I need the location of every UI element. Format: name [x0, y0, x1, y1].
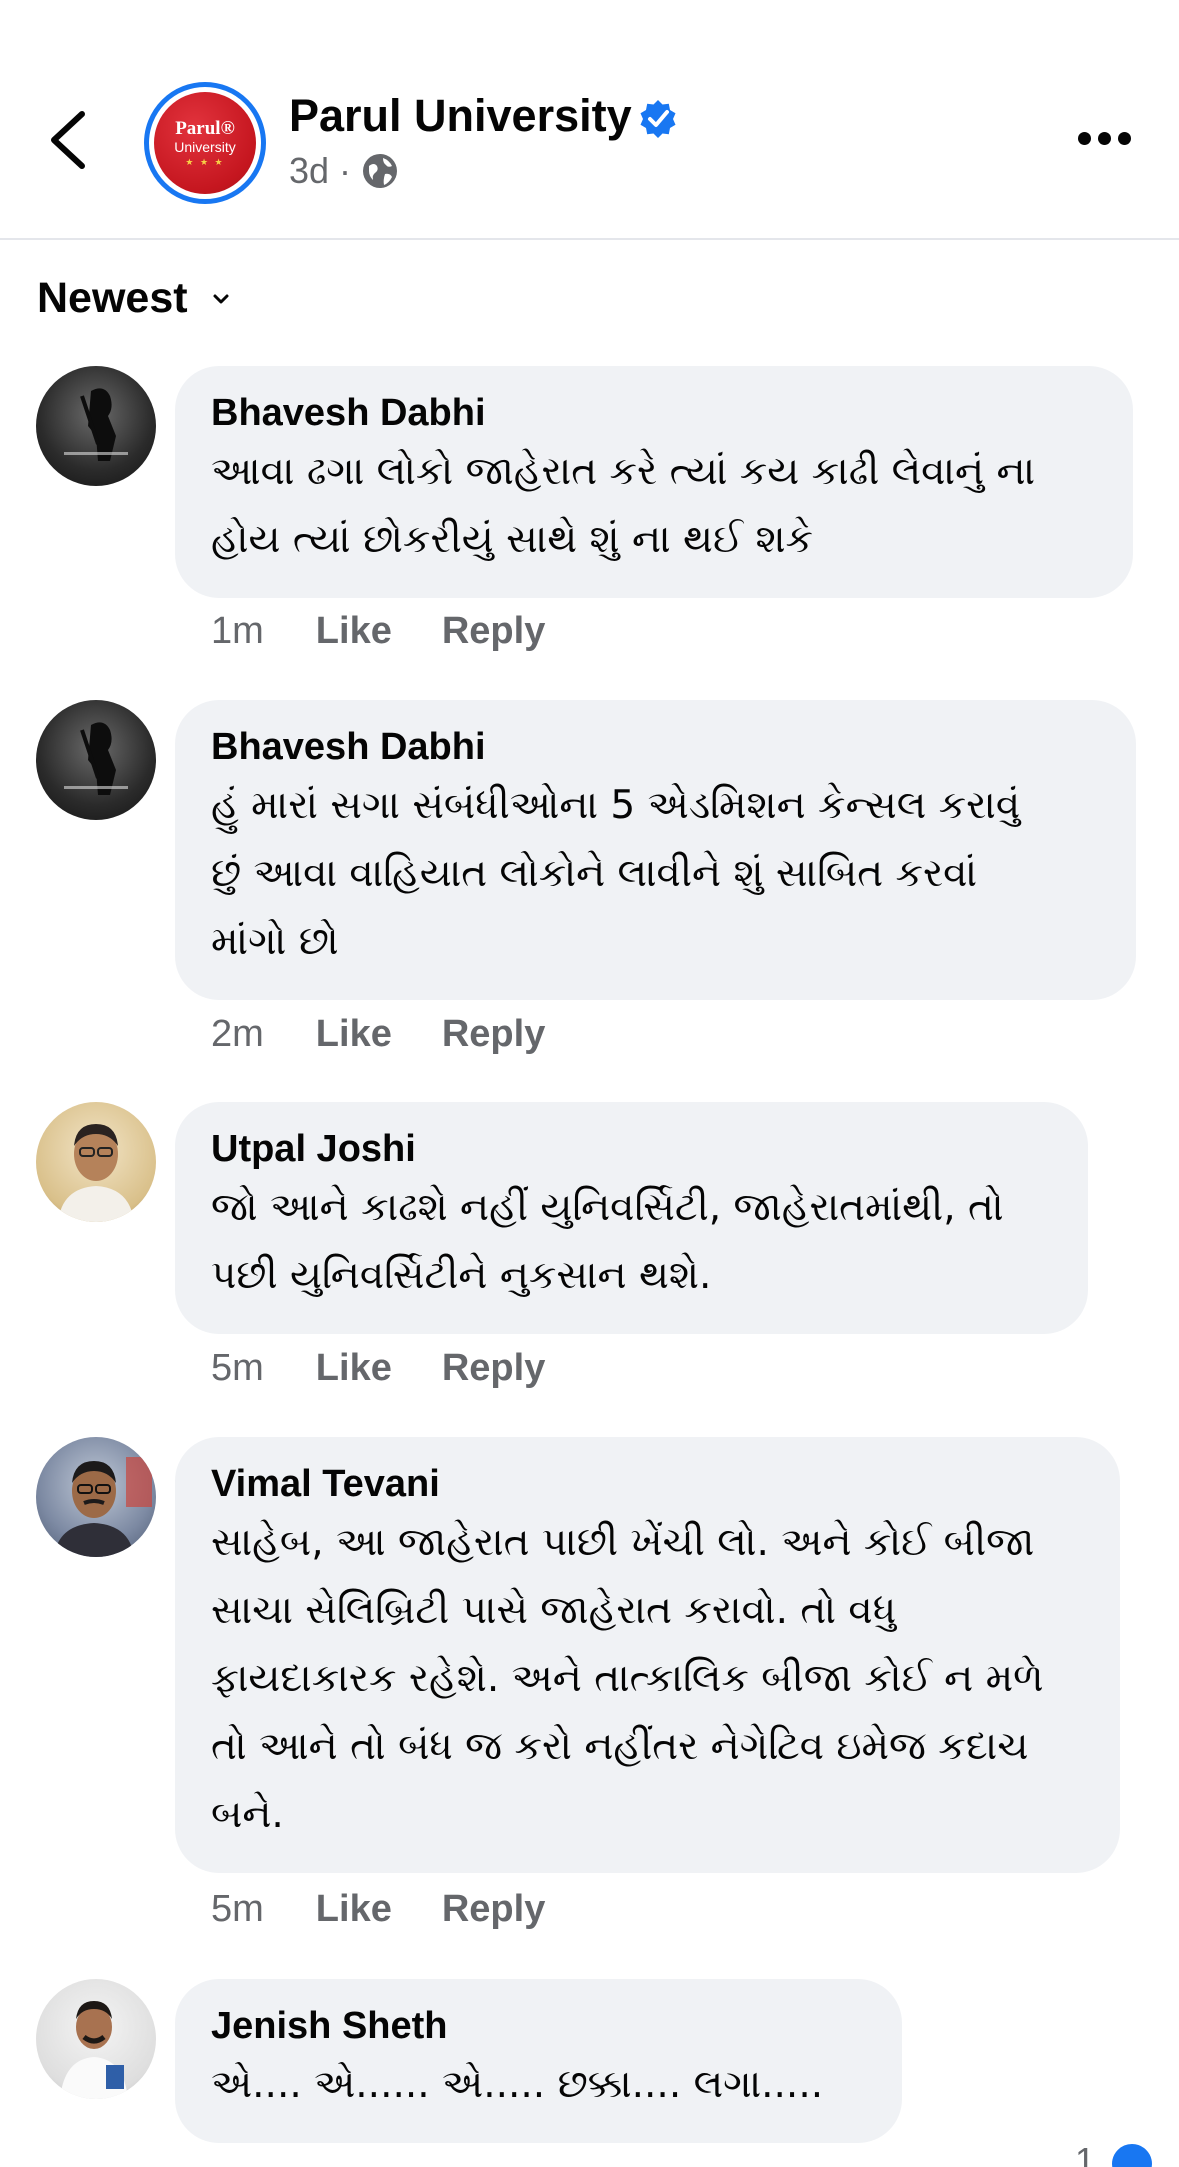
back-chevron-icon[interactable]: [44, 108, 94, 172]
more-options-icon[interactable]: [1078, 132, 1131, 145]
comment-actions: 2m Like Reply: [211, 1013, 595, 1056]
reply-button[interactable]: Reply: [442, 1347, 545, 1390]
sort-label: Newest: [37, 274, 188, 322]
reply-button[interactable]: Reply: [442, 1888, 545, 1931]
comment-actions: 5m Like Reply: [211, 1888, 595, 1931]
comment-text: એ.... એ...... એ..... છક્કા.... લગા.....: [211, 2062, 824, 2107]
comment-author[interactable]: Utpal Joshi: [211, 1124, 1052, 1174]
reply-button[interactable]: Reply: [442, 610, 545, 653]
comment-text: હું મારાં સગા સંબંધીઓના 5 એડમિશન કેન્સલ …: [211, 783, 1021, 964]
logo-stars: ★ ★ ★: [185, 156, 225, 167]
avatar[interactable]: [36, 1979, 156, 2099]
post-header: Parul® University ★ ★ ★ Parul University…: [0, 0, 1179, 240]
post-meta: 3d ·: [289, 150, 399, 192]
reaction-count: 1: [1075, 2140, 1096, 2167]
like-button[interactable]: Like: [316, 1347, 392, 1390]
silhouette-avatar-image: [64, 722, 128, 795]
comment-text: જો આને કાઢશે નહીં યુનિવર્સિટી, જાહેરાતમા…: [211, 1185, 1004, 1298]
post-time: 3d: [289, 150, 330, 191]
comment-bubble[interactable]: Bhavesh Dabhi હું મારાં સગા સંબંધીઓના 5 …: [175, 700, 1136, 1000]
page-name[interactable]: Parul University: [289, 90, 632, 142]
avatar[interactable]: [36, 366, 156, 486]
chevron-down-icon: [213, 294, 229, 303]
meta-separator: ·: [339, 150, 352, 191]
comment-bubble[interactable]: Utpal Joshi જો આને કાઢશે નહીં યુનિવર્સિટ…: [175, 1102, 1088, 1334]
comment-actions: 1m Like Reply: [211, 610, 595, 653]
comment-actions: 5m Like Reply: [211, 1347, 595, 1390]
like-button[interactable]: Like: [316, 610, 392, 653]
logo-text-parul: Parul®: [175, 117, 235, 139]
comment-author[interactable]: Bhavesh Dabhi: [211, 388, 1097, 438]
globe-icon: [363, 154, 398, 188]
person-avatar-image: [60, 2001, 128, 2099]
comment-author[interactable]: Jenish Sheth: [211, 2001, 866, 2051]
logo-text-university: University: [174, 138, 236, 155]
silhouette-avatar-image: [64, 388, 128, 461]
like-button[interactable]: Like: [316, 1888, 392, 1931]
parul-university-logo: Parul® University ★ ★ ★: [154, 92, 256, 194]
sort-dropdown[interactable]: Newest: [37, 274, 232, 323]
comment-text: સાહેબ, આ જાહેરાત પાછી ખેંચી લો. અને કોઈ …: [211, 1520, 1044, 1837]
verified-badge-icon: [640, 100, 676, 138]
comment-author[interactable]: Bhavesh Dabhi: [211, 722, 1100, 772]
comment-bubble[interactable]: Jenish Sheth એ.... એ...... એ..... છક્કા.…: [175, 1979, 902, 2143]
person-avatar-image: [58, 1124, 134, 1222]
avatar[interactable]: [36, 1437, 156, 1557]
page-avatar[interactable]: Parul® University ★ ★ ★: [144, 82, 266, 204]
avatar[interactable]: [36, 1102, 156, 1222]
comment-bubble[interactable]: Bhavesh Dabhi આવા ઢગા લોકો જાહેરાત કરે ત…: [175, 366, 1133, 598]
comment-time: 5m: [211, 1888, 264, 1930]
comment-time: 1m: [211, 610, 264, 652]
avatar[interactable]: [36, 700, 156, 820]
comment-text: આવા ઢગા લોકો જાહેરાત કરે ત્યાં કય કાઢી લ…: [211, 449, 1036, 562]
person-avatar-image: [54, 1457, 152, 1557]
like-reaction-icon[interactable]: [1108, 2140, 1156, 2167]
comment-time: 5m: [211, 1347, 264, 1389]
comment-author[interactable]: Vimal Tevani: [211, 1459, 1084, 1509]
comment-bubble[interactable]: Vimal Tevani સાહેબ, આ જાહેરાત પાછી ખેંચી…: [175, 1437, 1120, 1873]
like-button[interactable]: Like: [316, 1013, 392, 1056]
reply-button[interactable]: Reply: [442, 1013, 545, 1056]
comment-time: 2m: [211, 1013, 264, 1055]
